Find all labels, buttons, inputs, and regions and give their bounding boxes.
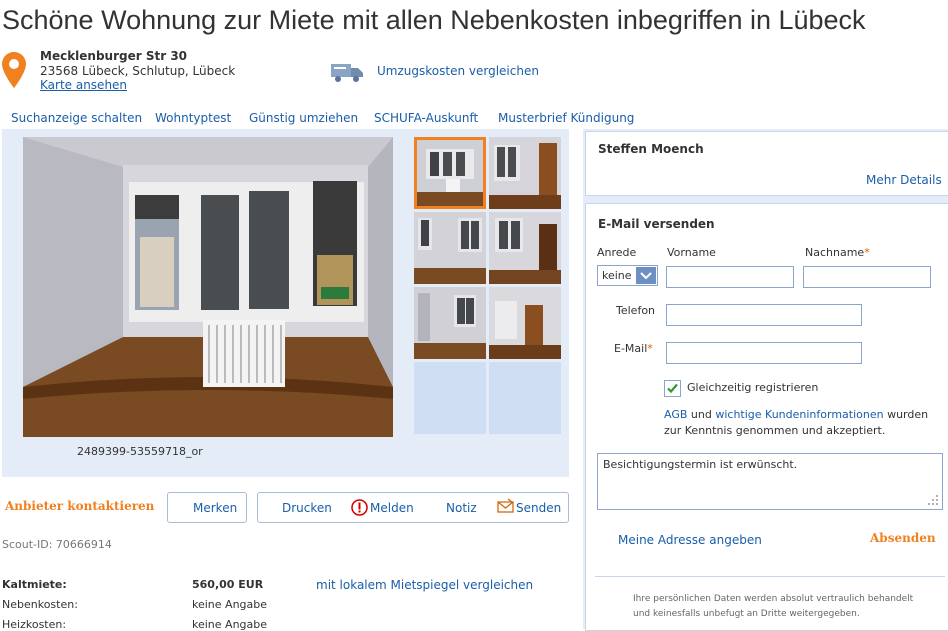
action-bar: Drucken Melden Notiz Senden <box>257 492 569 523</box>
moving-costs-link[interactable]: Umzugskosten vergleichen <box>377 64 539 78</box>
divider <box>595 576 945 577</box>
location-pin-icon <box>2 52 26 88</box>
nav-wohntyptest[interactable]: Wohntyptest <box>155 111 231 125</box>
address-city: 23568 Lübeck, Schlutup, Lübeck <box>40 64 236 78</box>
vorname-label: Vorname <box>667 246 716 259</box>
register-label: Gleichzeitig registrieren <box>687 381 819 394</box>
terms-and: und <box>690 408 712 421</box>
main-photo[interactable] <box>23 137 393 437</box>
thumbnail-empty <box>489 362 561 434</box>
thumbnail-6[interactable] <box>489 287 561 359</box>
moving-truck-icon <box>331 64 363 82</box>
image-caption: 2489399-53559718_or <box>77 445 203 458</box>
terms-rest-1: wurden <box>887 408 929 421</box>
merken-button[interactable]: Merken <box>167 492 247 523</box>
submit-button[interactable]: Absenden <box>870 531 936 545</box>
fact-label-heizkosten: Heizkosten: <box>2 618 67 631</box>
fact-label-nebenkosten: Nebenkosten: <box>2 598 78 611</box>
anrede-value: keine <box>602 269 632 282</box>
nav-guenstig-umziehen[interactable]: Günstig umziehen <box>249 111 358 125</box>
thumbnail-5[interactable] <box>414 287 486 359</box>
message-textarea[interactable]: Besichtigungstermin ist erwünscht. <box>597 453 943 510</box>
privacy-note-line-2: und keinesfalls unbefugt an Dritte weite… <box>633 609 860 619</box>
nav-suchanzeige[interactable]: Suchanzeige schalten <box>11 111 142 125</box>
merken-label: Merken <box>193 501 238 515</box>
agb-link[interactable]: AGB <box>664 408 687 421</box>
fact-label-kaltmiete: Kaltmiete: <box>2 578 67 591</box>
nachname-input[interactable] <box>803 266 931 288</box>
envelope-icon <box>497 498 514 513</box>
mietspiegel-link[interactable]: mit lokalem Mietspiegel vergleichen <box>316 578 533 592</box>
email-label: E-Mail* <box>614 342 653 355</box>
resize-grip-icon[interactable] <box>927 494 939 506</box>
landlord-card: Steffen Moench Mehr Details <box>585 131 948 196</box>
nav-musterbrief[interactable]: Musterbrief Kündigung <box>498 111 634 125</box>
telefon-label: Telefon <box>616 304 656 317</box>
nav-schufa[interactable]: SCHUFA-Auskunft <box>374 111 478 125</box>
fact-value-nebenkosten: keine Angabe <box>192 598 268 611</box>
required-mark: * <box>647 342 653 355</box>
page-title: Schöne Wohnung zur Miete mit allen Neben… <box>2 5 866 35</box>
message-text: Besichtigungstermin ist erwünscht. <box>603 458 798 471</box>
kundeninformationen-link[interactable]: wichtige Kundeninformationen <box>715 408 883 421</box>
nachname-label-text: Nachname <box>805 246 865 259</box>
melden-button[interactable]: Melden <box>370 501 414 515</box>
terms-text: AGB und wichtige Kundeninformationen wur… <box>664 407 928 439</box>
terms-rest-2: zur Kenntnis genommen und akzeptiert. <box>664 424 886 437</box>
chevron-down-icon <box>636 267 656 284</box>
privacy-note-line-1: Ihre persönlichen Daten werden absolut v… <box>633 594 914 604</box>
nachname-label: Nachname* <box>805 246 870 259</box>
vorname-input[interactable] <box>666 266 794 288</box>
form-heading: E-Mail versenden <box>598 217 715 231</box>
thumbnail-4[interactable] <box>489 212 561 284</box>
map-link[interactable]: Karte ansehen <box>40 78 127 92</box>
scout-id: Scout-ID: 70666914 <box>2 538 112 551</box>
thumbnail-2[interactable] <box>489 137 561 209</box>
thumbnail-empty <box>414 362 486 434</box>
alert-icon <box>351 499 368 516</box>
fact-value-heizkosten: keine Angabe <box>192 618 268 631</box>
senden-button[interactable]: Senden <box>516 501 561 515</box>
thumbnail-3[interactable] <box>414 212 486 284</box>
required-mark: * <box>864 246 870 259</box>
anrede-select[interactable]: keine <box>597 265 658 286</box>
landlord-name: Steffen Moench <box>598 142 704 156</box>
fact-value-kaltmiete: 560,00 EUR <box>192 578 264 591</box>
more-details-link[interactable]: Mehr Details <box>866 173 942 187</box>
email-input[interactable] <box>666 342 862 364</box>
thumbnail-1[interactable] <box>414 137 486 209</box>
address-street: Mecklenburger Str 30 <box>40 49 188 63</box>
address-link[interactable]: Meine Adresse angeben <box>618 533 762 547</box>
anrede-label: Anrede <box>597 246 637 259</box>
notiz-button[interactable]: Notiz <box>446 501 477 515</box>
register-checkbox[interactable] <box>664 380 681 397</box>
telefon-input[interactable] <box>666 304 862 326</box>
email-label-text: E-Mail <box>614 342 648 355</box>
contact-landlord-link[interactable]: Anbieter kontaktieren <box>5 499 154 513</box>
drucken-button[interactable]: Drucken <box>282 501 332 515</box>
checkmark-icon <box>667 383 678 394</box>
thumbnail-grid <box>414 137 562 435</box>
